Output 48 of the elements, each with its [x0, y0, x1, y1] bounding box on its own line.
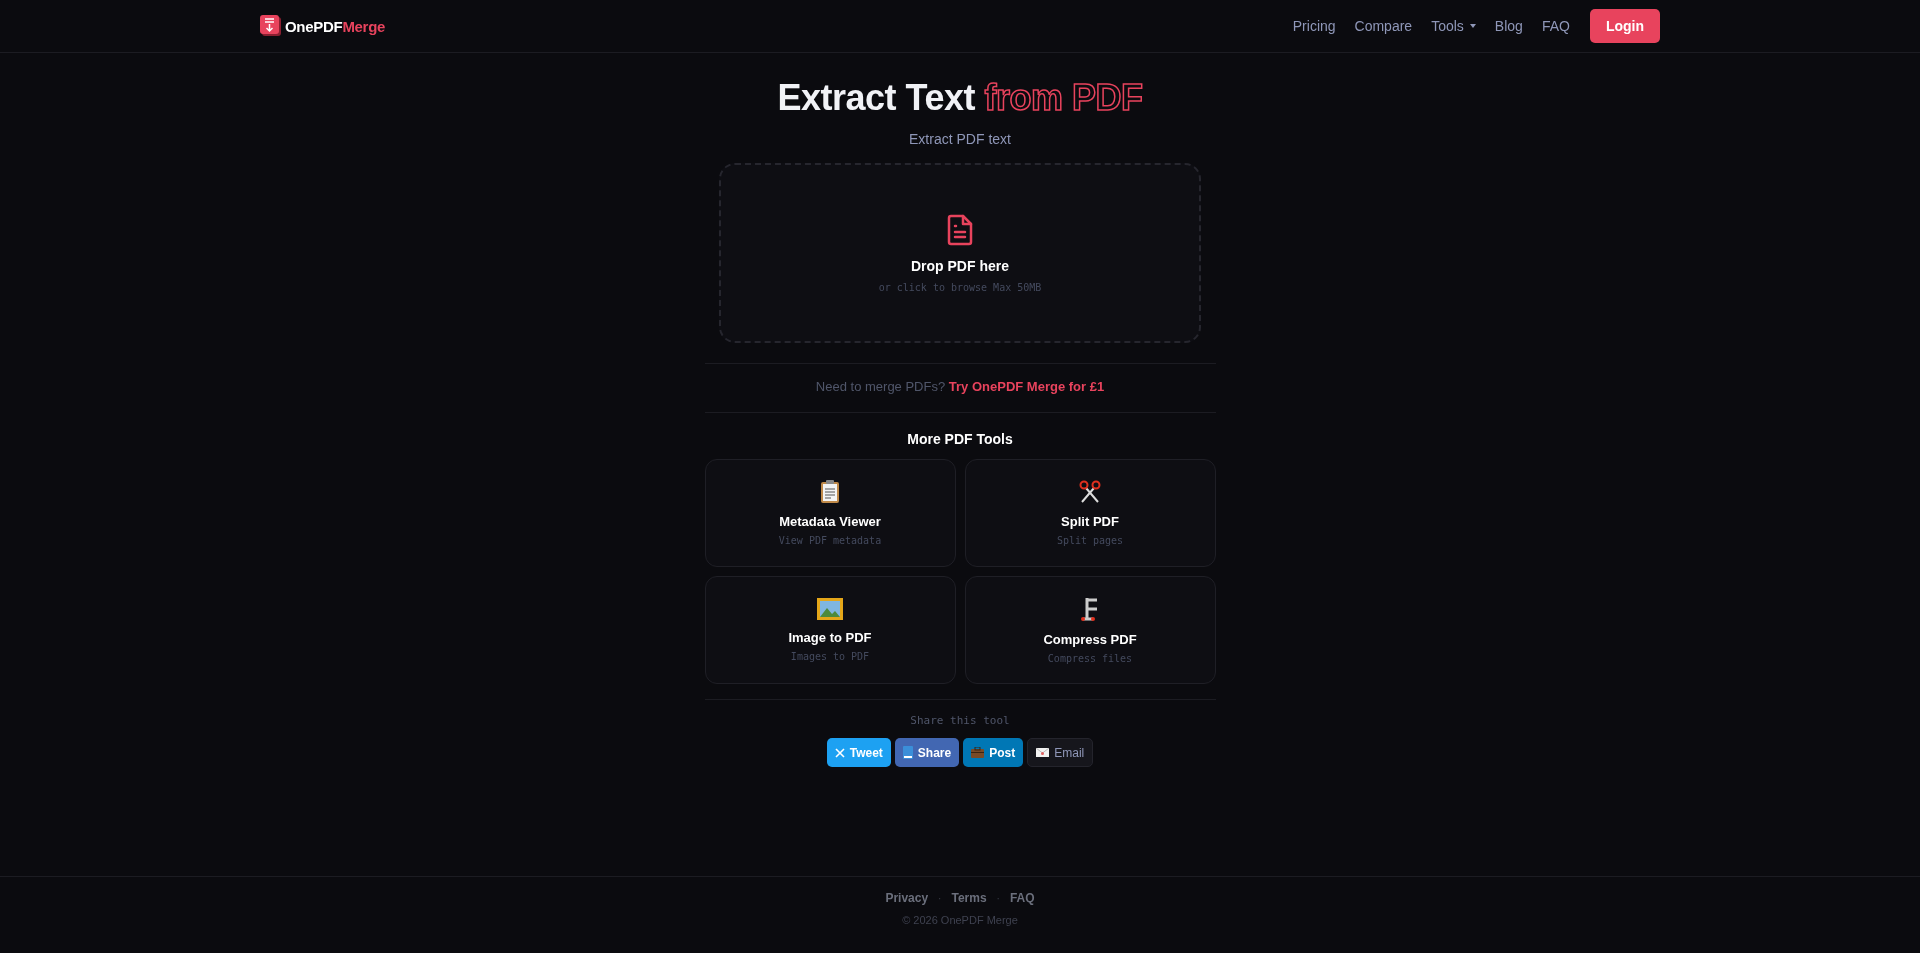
promo-text: Need to merge PDFs? Try OnePDF Merge for £1 [815, 379, 1105, 394]
share-button[interactable]: Email [1027, 738, 1094, 767]
x-logo-icon [834, 747, 845, 758]
nav-link[interactable]: Pricing [1292, 18, 1336, 34]
tool-description: View PDF metadata [778, 535, 882, 546]
copyright-text: © 2026 OnePDF Merge [902, 914, 1018, 926]
nav-link[interactable]: Compare [1354, 18, 1413, 34]
nav-link[interactable]: FAQ [1541, 18, 1570, 34]
tool-title: Compress PDF [1043, 632, 1137, 647]
tool-card[interactable]: Image to PDF Images to PDF [704, 576, 956, 684]
tool-description: Images to PDF [790, 651, 870, 662]
share-button[interactable]: Post [963, 738, 1024, 767]
briefcase-icon [971, 747, 985, 758]
footer-link[interactable]: Privacy [885, 891, 929, 905]
section-heading: More PDF Tools [907, 431, 1013, 447]
clipboard-icon [820, 480, 840, 504]
scissors-icon [1078, 480, 1102, 504]
tool-description: Compress files [1047, 653, 1133, 664]
drop-zone[interactable]: Drop PDF here or click to browse Max 50MB [719, 163, 1201, 343]
tool-card[interactable]: Metadata Viewer View PDF metadata [704, 459, 956, 567]
share-heading: Share this tool [910, 714, 1010, 727]
envelope-icon [1036, 748, 1050, 757]
brand-logo[interactable]: OnePDFMerge [285, 17, 386, 35]
tool-description: Split pages [1056, 535, 1124, 546]
logo-icon [260, 15, 282, 37]
book-icon [902, 746, 913, 759]
tool-card[interactable]: Compress PDF Compress files [964, 576, 1216, 684]
tool-title: Metadata Viewer [779, 514, 881, 529]
nav-dropdown[interactable]: Tools [1431, 18, 1476, 34]
separator-dot: · [938, 892, 942, 904]
login-button[interactable]: Login [1589, 9, 1660, 43]
caret-icon [1469, 24, 1476, 28]
document-icon [947, 213, 973, 246]
footer-link[interactable]: Terms [951, 891, 987, 905]
footer-link[interactable]: FAQ [1009, 891, 1035, 905]
page-title: Extract Text from PDF [777, 77, 1143, 119]
nav-link[interactable]: Blog [1494, 18, 1523, 34]
picture-icon [817, 598, 843, 620]
promo-link[interactable]: Try OnePDF Merge for £1 [948, 379, 1105, 394]
tool-card[interactable]: Split PDF Split pages [964, 459, 1216, 567]
tool-title: Split PDF [1061, 514, 1119, 529]
share-button[interactable]: Share [894, 738, 960, 767]
drop-title: Drop PDF here [911, 257, 1009, 274]
page-subtitle: Extract PDF text [909, 131, 1011, 147]
separator-dot: · [996, 892, 1000, 904]
tool-title: Image to PDF [788, 630, 872, 645]
clamp-icon [1080, 596, 1100, 622]
drop-hint: or click to browse Max 50MB [878, 281, 1042, 293]
